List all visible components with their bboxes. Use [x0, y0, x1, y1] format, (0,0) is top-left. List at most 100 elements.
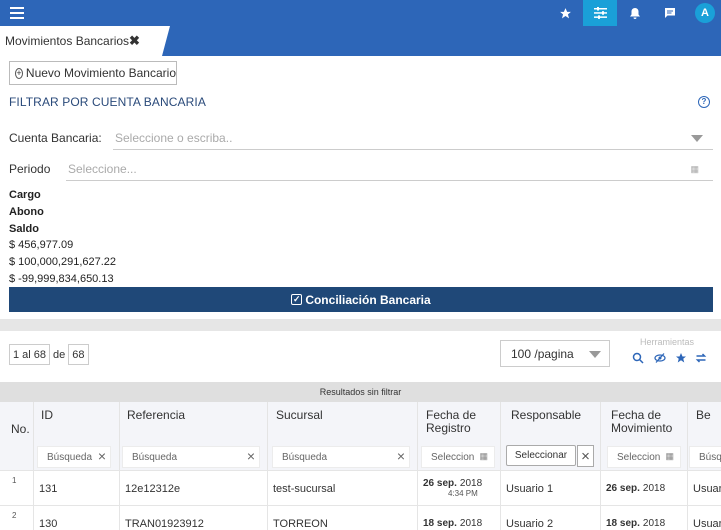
- tab-notch: [162, 26, 170, 56]
- section-divider: [0, 319, 721, 331]
- chat-icon[interactable]: [653, 0, 687, 26]
- total-value-3: $ -99,999,834,650.13: [9, 272, 114, 285]
- column-divider: [600, 402, 601, 470]
- column-divider: [500, 402, 501, 470]
- account-select[interactable]: Seleccione o escriba..: [113, 126, 713, 150]
- cell-beneficiario: Usuar: [687, 506, 721, 530]
- cell-id: 131: [33, 471, 119, 506]
- star-icon[interactable]: [675, 352, 687, 367]
- row-number: 1: [12, 476, 17, 485]
- plus-circle-icon: +: [15, 67, 23, 79]
- col-id[interactable]: ID: [41, 409, 53, 422]
- bell-icon[interactable]: [618, 0, 652, 26]
- chevron-down-icon: [691, 135, 703, 142]
- data-grid: No. ID Referencia Sucursal Fecha de Regi…: [0, 402, 721, 530]
- account-placeholder: Seleccione o escriba..: [115, 130, 233, 145]
- swap-icon[interactable]: [695, 352, 707, 367]
- tab-bar: Movimientos Bancarios ✖: [0, 26, 721, 56]
- page-of-label: de: [53, 348, 66, 361]
- avatar[interactable]: A: [695, 3, 715, 23]
- new-movement-button[interactable]: + Nuevo Movimiento Bancario: [9, 61, 177, 85]
- sliders-icon[interactable]: [583, 0, 617, 26]
- fecha-movimiento-day: 18 sep.: [606, 518, 640, 529]
- top-navbar: A: [0, 0, 721, 26]
- calendar-icon: ▦: [479, 451, 488, 461]
- beneficiario-search-input[interactable]: Búsqueda: [689, 446, 721, 468]
- abono-label: Abono: [9, 205, 44, 218]
- tools-label: Herramientas: [640, 337, 695, 347]
- cell-responsable: Usuario 2: [500, 506, 600, 530]
- beneficiario-search-placeholder: Búsqueda: [699, 451, 721, 463]
- fecha-movimiento-picker[interactable]: Seleccion ▦: [607, 446, 681, 468]
- close-tab-icon[interactable]: ✖: [129, 33, 140, 49]
- fecha-registro-day: 18 sep.: [423, 518, 457, 529]
- fecha-registro-picker[interactable]: Seleccion ▦: [421, 446, 495, 468]
- cell-responsable: Usuario 1: [500, 471, 600, 506]
- cell-sucursal: TORREON: [267, 506, 417, 530]
- col-sucursal[interactable]: Sucursal: [276, 409, 323, 422]
- period-picker[interactable]: Seleccione... ▦: [66, 157, 713, 181]
- totals-block: Cargo Abono Saldo $ 456,977.09 $ 100,000…: [9, 187, 116, 288]
- column-divider: [417, 402, 418, 470]
- per-page-select[interactable]: 100 /pagina: [500, 340, 610, 367]
- responsable-select-button[interactable]: Seleccionar: [506, 445, 576, 466]
- clear-icon[interactable]: ×: [397, 448, 405, 464]
- cell-fecha-movimiento: 18 sep. 2018: [600, 506, 687, 530]
- cell-sucursal: test-sucursal: [267, 471, 417, 506]
- col-responsable[interactable]: Responsable: [511, 409, 581, 422]
- column-divider: [267, 402, 268, 470]
- col-referencia[interactable]: Referencia: [127, 409, 185, 422]
- col-fecha-movimiento-line2: Movimiento: [611, 421, 673, 435]
- bank-reconciliation-button[interactable]: ✓ Conciliación Bancaria: [9, 287, 713, 312]
- cell-fecha-registro: 26 sep. 2018 4:34 PM: [417, 471, 500, 506]
- period-placeholder: Seleccione...: [68, 161, 137, 176]
- fecha-registro-year: 2018: [459, 478, 483, 489]
- clear-icon[interactable]: ×: [247, 448, 255, 464]
- fecha-movimiento-day: 26 sep.: [606, 483, 640, 494]
- new-movement-label: Nuevo Movimiento Bancario: [25, 66, 176, 80]
- cell-fecha-movimiento: 26 sep. 2018: [600, 471, 687, 506]
- col-fecha-movimiento[interactable]: Fecha de Movimiento: [611, 409, 672, 435]
- clear-icon[interactable]: ×: [98, 448, 106, 464]
- fecha-movimiento-placeholder: Seleccion: [617, 451, 661, 463]
- pagination: 1 al 68 de 68: [9, 344, 89, 365]
- total-value-2: $ 100,000,291,627.22: [9, 256, 117, 269]
- tab-label: Movimientos Bancarios: [5, 34, 130, 48]
- cell-beneficiario: Usuar: [687, 471, 721, 506]
- column-divider: [687, 402, 688, 470]
- fecha-movimiento-year: 2018: [642, 518, 666, 529]
- bank-reconciliation-label: Conciliación Bancaria: [305, 292, 431, 307]
- per-page-value: 100 /pagina: [511, 346, 574, 361]
- hide-icon[interactable]: [654, 352, 666, 367]
- star-icon[interactable]: [548, 0, 582, 26]
- fecha-movimiento-year: 2018: [642, 483, 666, 494]
- filter-title: FILTRAR POR CUENTA BANCARIA: [9, 95, 206, 109]
- page-range[interactable]: 1 al 68: [9, 344, 51, 365]
- sucursal-search-input[interactable]: Búsqueda ×: [272, 446, 410, 468]
- hamburger-menu-icon[interactable]: [10, 7, 24, 19]
- account-label: Cuenta Bancaria:: [9, 131, 102, 145]
- table-row[interactable]: 1 131 12e12312e test-sucursal 26 sep. 20…: [0, 470, 721, 506]
- calendar-icon: ▦: [665, 451, 674, 461]
- col-fecha-registro[interactable]: Fecha de Registro: [426, 409, 476, 435]
- fecha-registro-placeholder: Seleccion: [431, 451, 475, 463]
- referencia-search-input[interactable]: Búsqueda ×: [122, 446, 260, 468]
- search-icon[interactable]: [632, 352, 644, 367]
- col-beneficiario[interactable]: Be: [696, 409, 711, 422]
- id-search-input[interactable]: Búsqueda ×: [37, 446, 111, 468]
- chevron-down-icon: [589, 351, 601, 358]
- cell-referencia: TRAN01923912: [119, 506, 267, 530]
- results-status: Resultados sin filtrar: [0, 382, 721, 402]
- id-search-placeholder: Búsqueda: [47, 451, 93, 463]
- cargo-label: Cargo: [9, 189, 41, 201]
- help-icon[interactable]: ?: [698, 96, 710, 108]
- cell-referencia: 12e12312e: [119, 471, 267, 506]
- responsable-clear-button[interactable]: ×: [577, 445, 594, 467]
- table-row[interactable]: 2 130 TRAN01923912 TORREON 18 sep. 2018 …: [0, 505, 721, 530]
- total-value-1: $ 456,977.09: [9, 239, 74, 252]
- sucursal-search-placeholder: Búsqueda: [282, 451, 328, 463]
- checkbox-icon: ✓: [291, 294, 303, 305]
- saldo-label: Saldo: [9, 222, 39, 235]
- tab-movimientos-bancarios[interactable]: Movimientos Bancarios ✖: [0, 26, 170, 56]
- row-number: 2: [12, 511, 17, 520]
